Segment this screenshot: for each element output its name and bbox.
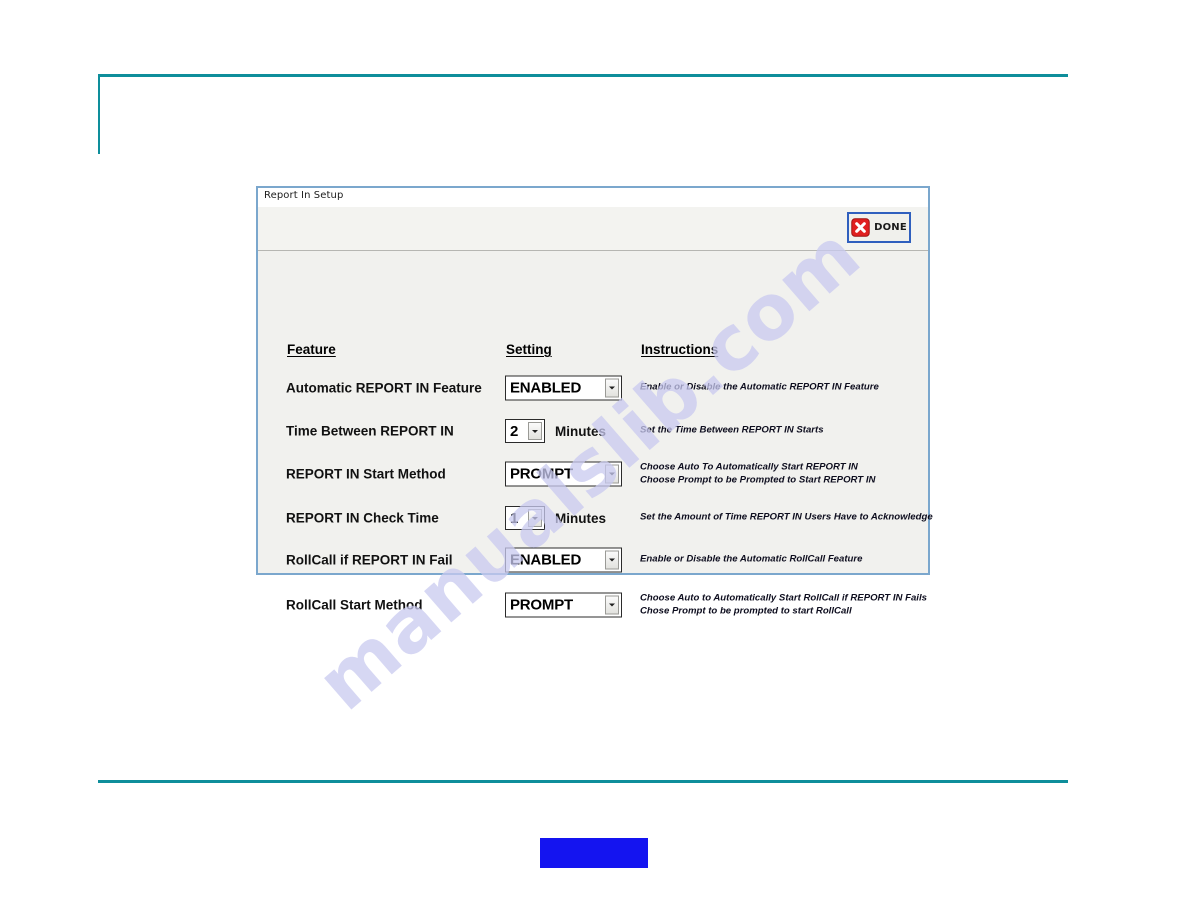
chevron-down-icon[interactable]	[605, 595, 619, 615]
settings-row: REPORT IN Start Method PROMPT Choose Aut…	[258, 454, 928, 494]
row-control-report-in-start-method: PROMPT	[505, 461, 622, 487]
column-header-feature: Feature	[287, 342, 336, 357]
row-label-time-between-report-in: Time Between REPORT IN	[286, 423, 454, 439]
instruction-line: Set the Time Between REPORT IN Starts	[640, 424, 824, 436]
instruction-line: Chose Prompt to be prompted to start Rol…	[640, 605, 852, 616]
window-title: Report In Setup	[264, 190, 344, 201]
dropdown-value: PROMPT	[510, 465, 573, 483]
row-label-report-in-check-time: REPORT IN Check Time	[286, 510, 439, 526]
dropdown-value: PROMPT	[510, 596, 573, 614]
dropdown-value: ENABLED	[510, 379, 582, 397]
row-control-rollcall-start-method: PROMPT	[505, 592, 622, 618]
dropdown-rollcall-if-report-in-fail[interactable]: ENABLED	[505, 547, 622, 573]
instruction-line: Enable or Disable the Automatic REPORT I…	[640, 381, 879, 393]
instruction-line: Set the Amount of Time REPORT IN Users H…	[640, 511, 933, 523]
row-label-automatic-report-in-feature: Automatic REPORT IN Feature	[286, 380, 482, 396]
dropdown-rollcall-start-method[interactable]: PROMPT	[505, 592, 622, 618]
chevron-down-icon[interactable]	[605, 378, 619, 398]
row-control-automatic-report-in-feature: ENABLED	[505, 375, 622, 401]
instruction-line: Choose Auto to Automatically Start RollC…	[640, 592, 927, 604]
page-footer-block	[540, 838, 648, 868]
dropdown-value: ENABLED	[510, 551, 582, 569]
spinner-value: 1	[510, 509, 519, 527]
row-label-rollcall-if-report-in-fail: RollCall if REPORT IN Fail	[286, 552, 453, 568]
done-button[interactable]: DONE	[847, 212, 911, 243]
unit-label-minutes: Minutes	[555, 423, 607, 439]
row-instructions-report-in-check-time: Set the Amount of Time REPORT IN Users H…	[640, 512, 933, 525]
dropdown-automatic-report-in-feature[interactable]: ENABLED	[505, 375, 622, 401]
row-label-rollcall-start-method: RollCall Start Method	[286, 597, 423, 613]
row-instructions-rollcall-if-report-in-fail: Enable or Disable the Automatic RollCall…	[640, 554, 862, 567]
chevron-down-icon[interactable]	[605, 464, 619, 484]
window-body: Feature Setting Instructions Automatic R…	[258, 251, 933, 618]
red-x-close-icon	[851, 218, 870, 237]
page-bottom-rule	[98, 780, 1068, 783]
page-top-rule	[98, 74, 1068, 77]
instruction-line: Choose Prompt to be Prompted to Start RE…	[640, 474, 876, 485]
row-control-time-between-report-in: 2 Minutes	[505, 419, 606, 443]
instruction-line: Choose Auto To Automatically Start REPOR…	[640, 461, 858, 473]
unit-label-minutes: Minutes	[555, 510, 607, 526]
chevron-down-icon[interactable]	[605, 550, 619, 570]
row-instructions-time-between-report-in: Set the Time Between REPORT IN Starts	[640, 425, 824, 438]
settings-row: RollCall Start Method PROMPT Choose Auto…	[258, 585, 928, 625]
column-header-setting: Setting	[506, 342, 552, 357]
column-header-instructions: Instructions	[641, 342, 719, 357]
spinner-report-in-check-time[interactable]: 1	[505, 506, 545, 530]
window-toolbar: DONE	[258, 207, 928, 251]
row-control-report-in-check-time: 1 Minutes	[505, 506, 606, 530]
page-top-rule-stub	[98, 74, 100, 154]
chevron-down-icon[interactable]	[528, 509, 542, 527]
instruction-line: Enable or Disable the Automatic RollCall…	[640, 553, 863, 565]
row-label-report-in-start-method: REPORT IN Start Method	[286, 466, 446, 482]
done-button-label: DONE	[874, 222, 907, 233]
window-titlebar: Report In Setup	[258, 188, 928, 207]
report-in-setup-window: Report In Setup DONE Feature Setting Ins…	[256, 186, 933, 618]
settings-row: RollCall if REPORT IN Fail ENABLED Enabl…	[258, 540, 928, 580]
column-header-row: Feature Setting Instructions	[258, 342, 928, 362]
dropdown-report-in-start-method[interactable]: PROMPT	[505, 461, 622, 487]
settings-row: Time Between REPORT IN 2 Minutes Set the…	[258, 411, 928, 451]
spinner-time-between-report-in[interactable]: 2	[505, 419, 545, 443]
row-instructions-report-in-start-method: Choose Auto To Automatically Start REPOR…	[640, 461, 875, 486]
spinner-value: 2	[510, 422, 519, 440]
row-control-rollcall-if-report-in-fail: ENABLED	[505, 547, 622, 573]
row-instructions-automatic-report-in-feature: Enable or Disable the Automatic REPORT I…	[640, 382, 879, 395]
settings-row: REPORT IN Check Time 1 Minutes Set the A…	[258, 498, 933, 538]
settings-row: Automatic REPORT IN Feature ENABLED Enab…	[258, 368, 928, 408]
row-instructions-rollcall-start-method: Choose Auto to Automatically Start RollC…	[640, 592, 927, 617]
chevron-down-icon[interactable]	[528, 422, 542, 440]
